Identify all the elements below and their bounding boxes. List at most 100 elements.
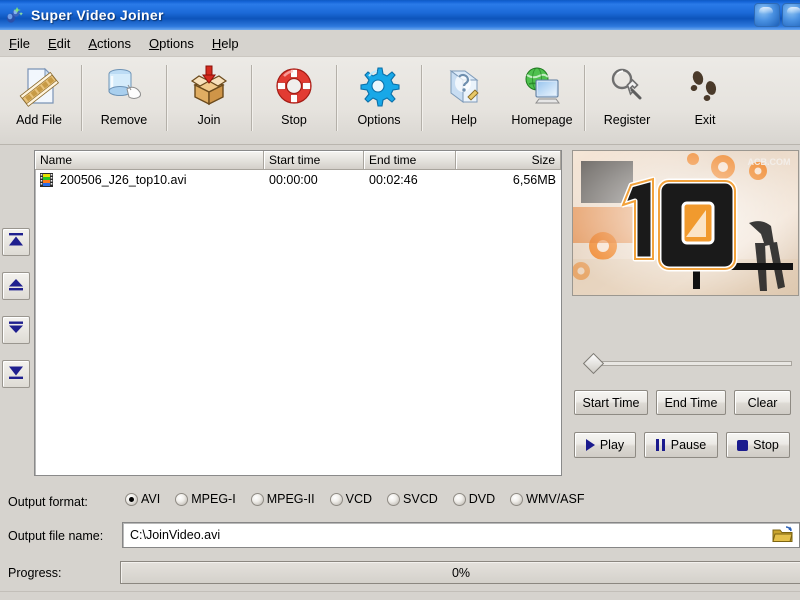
output-format-radio-group: AVI MPEG-I MPEG-II VCD SVCD DVD WMV/ASF [125, 492, 600, 506]
output-file-input[interactable]: C:\JoinVideo.avi [122, 522, 800, 548]
menu-item-edit[interactable]: Edit [39, 33, 79, 54]
stop-button[interactable]: Stop [726, 432, 790, 458]
register-key-icon [604, 63, 650, 109]
progress-value: 0% [451, 565, 471, 580]
cell-start-time: 00:00:00 [269, 173, 318, 187]
seek-thumb[interactable] [582, 352, 605, 375]
toolbar-button-stop[interactable]: Stop [255, 57, 333, 141]
menu-item-file[interactable]: File [0, 33, 39, 54]
move-to-top-button[interactable] [2, 228, 30, 256]
toolbar-label-register: Register [603, 113, 651, 127]
gear-icon [356, 63, 402, 109]
stop-icon [737, 439, 749, 451]
playback-buttons-row: Play Pause Stop [574, 432, 790, 458]
toolbar-label-join: Join [197, 113, 221, 127]
exit-footprints-icon [682, 63, 728, 109]
clear-button[interactable]: Clear [734, 390, 791, 415]
toolbar-label-homepage: Homepage [511, 113, 573, 127]
move-up-button[interactable] [2, 272, 30, 300]
radio-svcd-button[interactable] [387, 492, 401, 506]
stop-button-label: Stop [753, 438, 779, 452]
radio-mpeg-ii[interactable]: MPEG-II [250, 492, 315, 506]
toolbar-button-add-file[interactable]: Add File [0, 57, 78, 141]
output-format-label: Output format: [8, 495, 88, 509]
radio-vcd-label: VCD [345, 492, 373, 506]
move-down-button[interactable] [2, 316, 30, 344]
cell-name-text: 200506_J26_top10.avi [60, 173, 187, 187]
radio-vcd[interactable]: VCD [329, 492, 373, 506]
column-header-name[interactable]: Name [35, 151, 264, 170]
toolbar-separator [166, 65, 167, 131]
toolbar-button-join[interactable]: Join [170, 57, 248, 141]
application-window: Super Video Joiner File Edit Actions Opt… [0, 0, 800, 600]
radio-mpeg-ii-button[interactable] [250, 492, 264, 506]
seek-track[interactable] [592, 361, 792, 366]
progress-label: Progress: [8, 566, 62, 580]
radio-wmv-asf-button[interactable] [510, 492, 524, 506]
radio-svcd[interactable]: SVCD [387, 492, 438, 506]
toolbar-label-help: Help [451, 113, 477, 127]
toolbar: Add File Remove Join Stop Options Help H… [0, 57, 800, 145]
toolbar-label-stop: Stop [281, 113, 307, 127]
play-icon [585, 439, 595, 451]
table-row[interactable]: 200506_J26_top10.avi 00:00:00 00:02:46 6… [35, 170, 561, 190]
toolbar-separator [336, 65, 337, 131]
menu-item-actions[interactable]: Actions [79, 33, 140, 54]
toolbar-button-help[interactable]: Help [425, 57, 503, 141]
remove-icon [101, 63, 147, 109]
radio-wmv-asf[interactable]: WMV/ASF [510, 492, 585, 506]
output-file-value: C:\JoinVideo.avi [130, 528, 221, 542]
toolbar-button-homepage[interactable]: Homepage [503, 57, 581, 141]
radio-dvd-button[interactable] [452, 492, 466, 506]
end-time-button[interactable]: End Time [656, 390, 726, 415]
add-file-icon [16, 63, 62, 109]
join-box-icon [186, 63, 232, 109]
radio-wmv-asf-label: WMV/ASF [526, 492, 585, 506]
toolbar-separator [251, 65, 252, 131]
radio-dvd[interactable]: DVD [452, 492, 495, 506]
play-button[interactable]: Play [574, 432, 636, 458]
toolbar-label-exit: Exit [694, 113, 716, 127]
pause-button-label: Pause [670, 438, 707, 452]
radio-avi-button[interactable] [125, 492, 138, 506]
pause-icon [655, 439, 666, 451]
down-arrow-icon [7, 320, 25, 341]
play-button-label: Play [599, 438, 625, 452]
radio-mpeg-i[interactable]: MPEG-I [175, 492, 236, 506]
radio-mpeg-i-button[interactable] [175, 492, 189, 506]
pause-button[interactable]: Pause [644, 432, 718, 458]
toolbar-separator [81, 65, 82, 131]
seek-slider[interactable] [578, 352, 796, 375]
column-header-start-time[interactable]: Start time [264, 151, 364, 170]
column-header-end-time[interactable]: End time [364, 151, 456, 170]
toolbar-button-remove[interactable]: Remove [85, 57, 163, 141]
radio-avi-label: AVI [141, 492, 161, 506]
toolbar-button-exit[interactable]: Exit [666, 57, 744, 141]
cell-name: 200506_J26_top10.avi [35, 170, 264, 190]
stop-lifebuoy-icon [271, 63, 317, 109]
output-file-label: Output file name: [8, 529, 104, 543]
maximize-button[interactable] [782, 3, 800, 27]
browse-folder-button[interactable] [772, 526, 794, 544]
menu-item-options[interactable]: Options [140, 33, 203, 54]
video-preview[interactable]: ACB.COM [572, 150, 799, 296]
toolbar-separator [421, 65, 422, 131]
time-buttons-row: Start Time End Time Clear [574, 390, 791, 415]
file-list-panel[interactable]: Name Start time End time Size 200506_J26… [34, 150, 562, 476]
radio-vcd-button[interactable] [329, 492, 343, 506]
window-title: Super Video Joiner [31, 7, 164, 23]
toolbar-label-remove: Remove [100, 113, 148, 127]
column-header-size[interactable]: Size [456, 151, 561, 170]
toolbar-button-register[interactable]: Register [588, 57, 666, 141]
menu-item-help[interactable]: Help [203, 33, 248, 54]
app-icon [3, 5, 25, 25]
minimize-button[interactable] [754, 3, 780, 27]
move-to-bottom-button[interactable] [2, 360, 30, 388]
list-order-buttons [2, 228, 30, 404]
toolbar-button-options[interactable]: Options [340, 57, 418, 141]
help-pen-icon [441, 63, 487, 109]
radio-avi[interactable]: AVI [125, 492, 160, 506]
toolbar-separator [584, 65, 585, 131]
progress-bar: 0% [120, 561, 800, 584]
start-time-button[interactable]: Start Time [574, 390, 648, 415]
